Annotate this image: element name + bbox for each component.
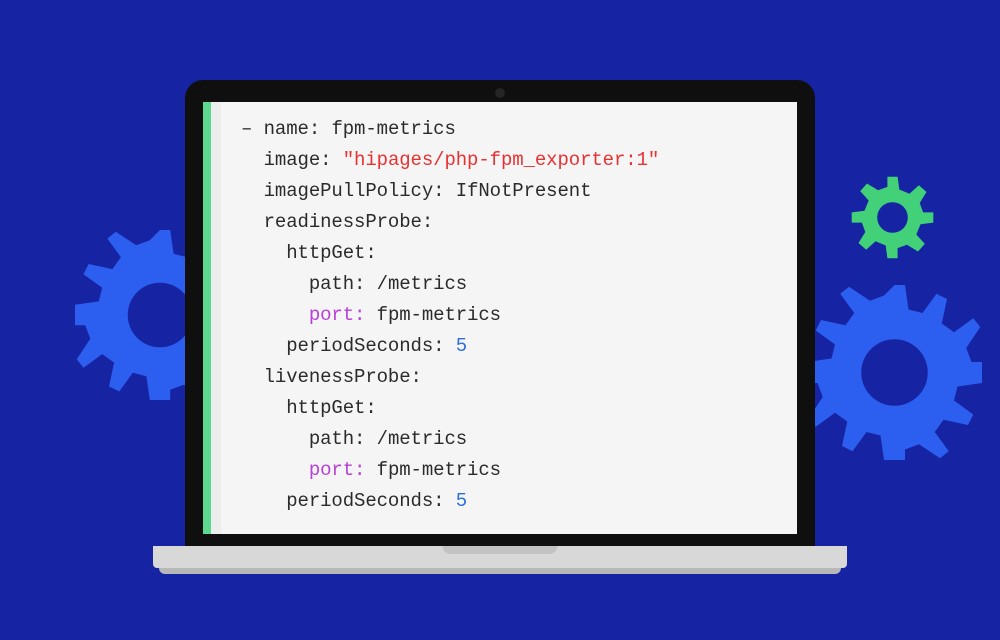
- code-line: port: fpm-metrics: [241, 304, 501, 326]
- laptop-bezel: – name: fpm-metrics image: "hipages/php-…: [185, 80, 815, 546]
- code-line: httpGet:: [241, 242, 377, 264]
- code-line: periodSeconds: 5: [241, 335, 467, 357]
- laptop-base: [153, 546, 847, 568]
- gear-icon: [807, 285, 982, 465]
- code-line: image: "hipages/php-fpm_exporter:1": [241, 149, 659, 171]
- code-line: path: /metrics: [241, 428, 467, 450]
- code-line: periodSeconds: 5: [241, 490, 467, 512]
- editor-gutter: [211, 102, 221, 534]
- gear-icon: [850, 175, 935, 265]
- code-content: – name: fpm-metrics image: "hipages/php-…: [221, 102, 797, 534]
- code-line: port: fpm-metrics: [241, 459, 501, 481]
- code-line: – name: fpm-metrics: [241, 118, 456, 140]
- code-line: imagePullPolicy: IfNotPresent: [241, 180, 591, 202]
- code-line: readinessProbe:: [241, 211, 433, 233]
- camera-icon: [495, 88, 505, 98]
- code-line: httpGet:: [241, 397, 377, 419]
- laptop-illustration: – name: fpm-metrics image: "hipages/php-…: [185, 80, 815, 568]
- code-line: livenessProbe:: [241, 366, 422, 388]
- code-editor-screen: – name: fpm-metrics image: "hipages/php-…: [203, 102, 797, 534]
- code-line: path: /metrics: [241, 273, 467, 295]
- editor-gutter-highlight: [203, 102, 211, 534]
